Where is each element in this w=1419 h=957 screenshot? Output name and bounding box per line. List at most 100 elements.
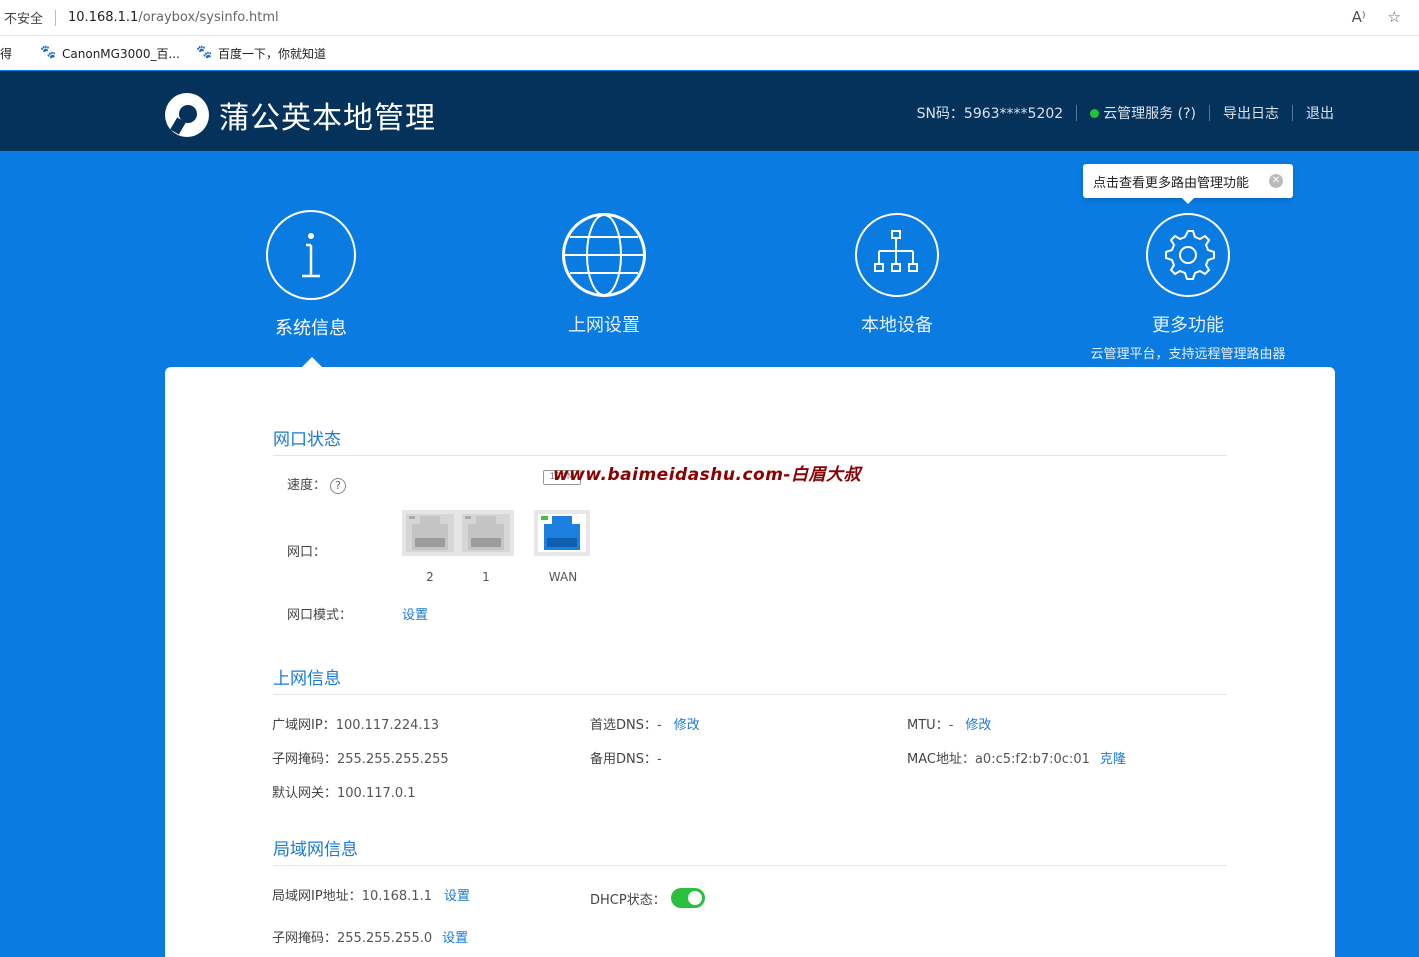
nav-internet-settings[interactable]: 上网设置 — [484, 213, 724, 337]
nav-system-info[interactable]: 系统信息 — [191, 210, 431, 340]
dns2-label: 备用DNS： — [590, 752, 657, 767]
mtu-value: - — [948, 718, 954, 733]
status-dot-icon — [1090, 109, 1100, 118]
wan-ip-label: 广域网IP： — [272, 718, 336, 733]
lan-mask-row: 子网掩码：255.255.255.0 设置 — [272, 927, 468, 946]
url-path: /oraybox/sysinfo.html — [138, 10, 279, 25]
bookmark-label: CanonMG3000_百... — [62, 46, 180, 61]
wan-mask-value: 255.255.255.255 — [337, 752, 449, 767]
ethernet-port-icon — [406, 514, 454, 552]
divider — [273, 865, 1227, 866]
dhcp-toggle[interactable] — [671, 888, 705, 908]
watermark-text: www.baimeidashu.com-白眉大叔 — [553, 465, 861, 485]
port-mode-settings-link[interactable]: 设置 — [402, 604, 428, 623]
nav-label: 本地设备 — [861, 315, 933, 336]
lan-port-1[interactable] — [458, 510, 514, 556]
lan-mask-label: 子网掩码： — [272, 931, 338, 946]
gateway-label: 默认网关： — [272, 786, 338, 801]
logout-link[interactable]: 退出 — [1306, 103, 1334, 123]
nav-sub-label: 云管理平台，支持远程管理路由器 — [1090, 347, 1286, 362]
tooltip-text: 点击查看更多路由管理功能 — [1093, 175, 1250, 191]
dhcp-label: DHCP状态： — [590, 893, 666, 908]
dns1-value: - — [657, 718, 662, 733]
divider — [273, 694, 1227, 695]
lan-ip-row: 局域网IP地址：10.168.1.1 设置 — [272, 885, 470, 904]
export-log-link[interactable]: 导出日志 — [1223, 103, 1279, 123]
browser-address-bar: 不安全 10.168.1.1/oraybox/sysinfo.html A⁾ ☆ — [0, 0, 1419, 36]
help-icon[interactable]: ? — [330, 478, 347, 494]
divider — [1076, 105, 1078, 121]
bookmark-item[interactable]: 得 — [0, 45, 12, 62]
nav-label: 系统信息 — [275, 318, 347, 339]
url-host: 10.168.1.1 — [68, 10, 139, 25]
ports-label: 网口： — [287, 545, 327, 560]
nav-label: 上网设置 — [568, 315, 640, 336]
dns-modify-link[interactable]: 修改 — [674, 718, 700, 733]
mac-row: MAC地址：a0:c5:f2:b7:0c:01 克隆 — [907, 748, 1126, 767]
url-field[interactable]: 10.168.1.1/oraybox/sysinfo.html — [68, 10, 279, 25]
mtu-modify-link[interactable]: 修改 — [965, 718, 991, 733]
info-icon — [266, 210, 356, 300]
main-panel: 网口状态 速度：? 100M www.baimeidashu.com-白眉大叔 … — [165, 367, 1335, 957]
wan-ip-value: 100.117.224.13 — [335, 718, 440, 733]
close-icon[interactable]: ✕ — [1269, 174, 1283, 188]
nav-label: 更多功能 — [1152, 315, 1224, 336]
mtu-row: MTU：- 修改 — [907, 714, 991, 733]
baidu-paw-icon: 🐾 — [195, 45, 213, 60]
mac-value: a0:c5:f2:b7:0c:01 — [974, 752, 1090, 767]
dns1-label: 首选DNS： — [590, 718, 657, 733]
wan-port[interactable] — [534, 510, 590, 556]
section-title-port-status: 网口状态 — [273, 430, 341, 450]
gateway-value: 100.117.0.1 — [337, 786, 416, 801]
logo-icon — [165, 93, 209, 137]
speed-row: 速度：? — [287, 474, 347, 494]
browser-actions: A⁾ ☆ — [1352, 8, 1401, 26]
serial-number: SN码：5963****5202 — [916, 106, 1064, 122]
bookmark-label: 百度一下，你就知道 — [217, 46, 326, 61]
lan-ip-settings-link[interactable]: 设置 — [444, 889, 470, 904]
wan-ip-row: 广域网IP：100.117.224.13 — [272, 714, 439, 733]
favorite-star-icon[interactable]: ☆ — [1388, 8, 1401, 26]
gateway-row: 默认网关：100.117.0.1 — [272, 782, 416, 801]
bookmark-item[interactable]: 🐾 CanonMG3000_百... — [40, 45, 180, 62]
more-features-tooltip: 点击查看更多路由管理功能 ✕ — [1083, 164, 1293, 204]
dns2-value: - — [657, 752, 662, 767]
divider — [1292, 105, 1293, 121]
ethernet-port-icon — [538, 514, 586, 552]
gear-icon — [1146, 213, 1230, 297]
lan-mask-settings-link[interactable]: 设置 — [442, 931, 468, 946]
mac-label: MAC地址： — [907, 752, 975, 767]
bookmark-item[interactable]: 🐾 百度一下，你就知道 — [196, 45, 326, 62]
dns2-row: 备用DNS：- — [590, 748, 662, 767]
port-label: 2 — [426, 570, 434, 584]
app-header: 蒲公英本地管理 SN码：5963****5202 云管理服务 (?) 导出日志 … — [0, 71, 1419, 151]
divider — [1209, 105, 1210, 121]
ethernet-port-icon — [462, 514, 510, 552]
mtu-label: MTU： — [907, 718, 949, 733]
wan-mask-row: 子网掩码：255.255.255.255 — [272, 748, 449, 767]
section-title-internet-info: 上网信息 — [273, 669, 341, 689]
section-title-lan-info: 局域网信息 — [273, 840, 358, 860]
speed-label: 速度： — [287, 478, 327, 493]
cloud-service-link[interactable]: 云管理服务 (?) — [1090, 103, 1196, 123]
lan-mask-value: 255.255.255.0 — [337, 931, 433, 946]
mac-clone-link[interactable]: 克隆 — [1100, 752, 1126, 767]
insecure-label[interactable]: 不安全 — [4, 8, 43, 27]
port-mode-label: 网口模式： — [287, 608, 353, 623]
globe-icon — [562, 213, 646, 297]
nav-local-devices[interactable]: 本地设备 — [777, 213, 1017, 337]
port-label: 1 — [482, 570, 490, 584]
lan-port-2[interactable] — [402, 510, 458, 556]
wan-mask-label: 子网掩码： — [272, 752, 338, 767]
baidu-paw-icon: 🐾 — [40, 45, 57, 60]
lan-ip-value: 10.168.1.1 — [361, 889, 432, 904]
divider — [273, 455, 1227, 456]
bookmark-label: 得 — [0, 46, 13, 61]
app-title: 蒲公英本地管理 — [219, 101, 436, 136]
logo[interactable]: 蒲公英本地管理 — [165, 93, 436, 137]
bookmarks-bar: 得 🐾 CanonMG3000_百... 🐾 百度一下，你就知道 — [0, 36, 1419, 70]
nav-more-features[interactable]: 更多功能 云管理平台，支持远程管理路由器 — [1068, 213, 1308, 362]
dns1-row: 首选DNS：- 修改 — [590, 714, 700, 733]
read-aloud-icon[interactable]: A⁾ — [1352, 8, 1366, 26]
lan-ip-label: 局域网IP地址： — [272, 889, 362, 904]
